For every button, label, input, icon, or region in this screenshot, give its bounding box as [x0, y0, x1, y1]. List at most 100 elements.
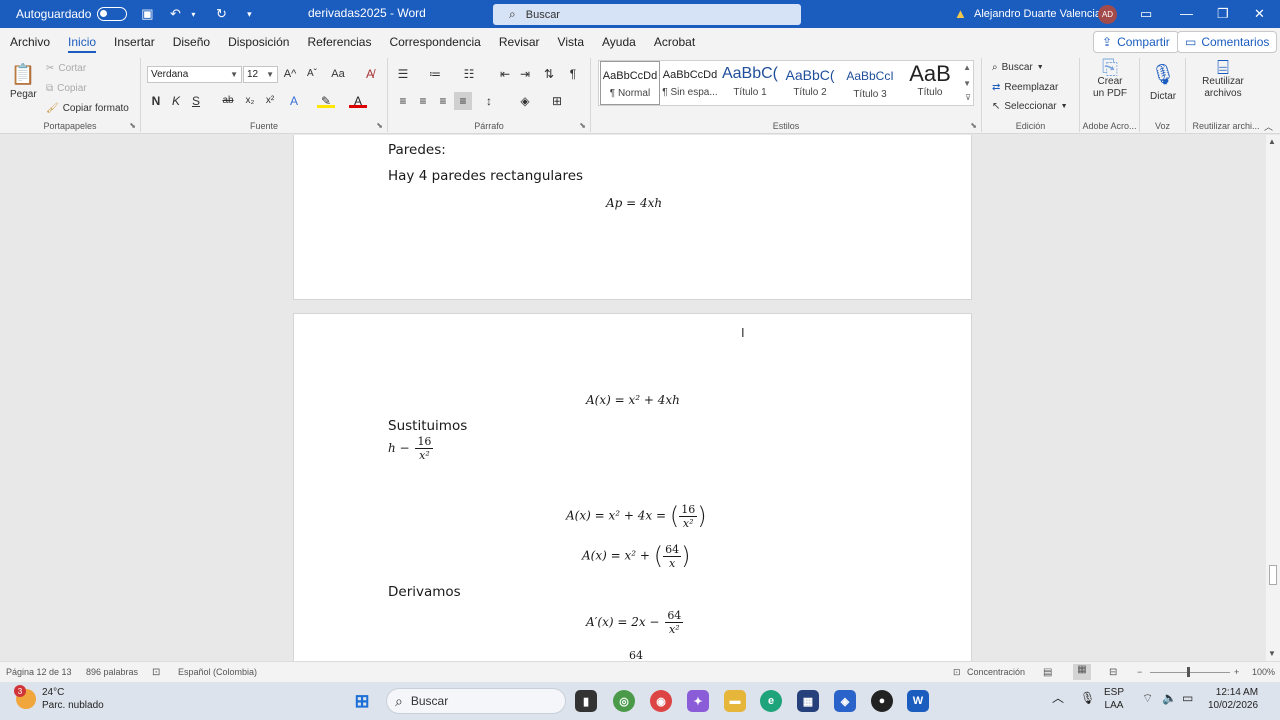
- style-normal[interactable]: AaBbCcDd ¶ Normal: [600, 61, 660, 105]
- borders-icon[interactable]: ⊞: [548, 92, 566, 110]
- equation[interactable]: h − 16 x²: [388, 435, 435, 462]
- start-icon[interactable]: ⊞: [351, 690, 373, 712]
- share-button[interactable]: ⇪ Compartir: [1093, 31, 1179, 53]
- zoom-slider-thumb[interactable]: [1187, 667, 1190, 677]
- format-painter-button[interactable]: 🖌 Copiar formato: [46, 103, 129, 114]
- warning-icon[interactable]: ▲: [954, 6, 967, 21]
- zoom-out-icon[interactable]: −: [1137, 667, 1142, 677]
- align-right-icon[interactable]: ≡: [434, 92, 452, 110]
- paragraph[interactable]: Derivamos: [388, 584, 461, 600]
- clock[interactable]: 12:14 AM 10/02/2026: [1208, 686, 1258, 712]
- proofing-icon[interactable]: ⊡: [152, 667, 160, 678]
- tab-revisar[interactable]: Revisar: [499, 31, 540, 53]
- file-explorer-icon[interactable]: ▬: [724, 690, 746, 712]
- tab-referencias[interactable]: Referencias: [307, 31, 371, 53]
- edge-icon[interactable]: e: [760, 690, 782, 712]
- focus-icon[interactable]: ⊡: [953, 667, 961, 678]
- chrome-profile-icon[interactable]: ◎: [613, 690, 635, 712]
- style-title[interactable]: AaB Título: [900, 61, 960, 105]
- tab-vista[interactable]: Vista: [558, 31, 584, 53]
- gallery-more-icon[interactable]: ⊽: [965, 93, 971, 102]
- equation[interactable]: Ap = 4xh: [606, 196, 662, 210]
- styles-launcher-icon[interactable]: ⬊: [970, 121, 977, 130]
- scroll-down-icon[interactable]: ▼: [1268, 649, 1276, 658]
- tab-archivo[interactable]: Archivo: [10, 31, 50, 53]
- tab-acrobat[interactable]: Acrobat: [654, 31, 695, 53]
- security-icon[interactable]: ◈: [834, 690, 856, 712]
- strikethrough-button[interactable]: ab: [219, 92, 237, 110]
- align-left-icon[interactable]: ≡: [394, 92, 412, 110]
- equation[interactable]: A(x) = x² + 4x = ( 16 x² ): [566, 502, 707, 530]
- multilevel-list-icon[interactable]: ☷: [460, 65, 478, 83]
- equation-partial[interactable]: 64: [629, 649, 643, 661]
- dictate-button[interactable]: 🎙 Dictar: [1150, 62, 1176, 102]
- highlight-icon[interactable]: ✎: [317, 92, 335, 108]
- show-hidden-icons[interactable]: ︿: [1052, 692, 1064, 705]
- task-view-icon[interactable]: ▮: [575, 690, 597, 712]
- battery-icon[interactable]: ▭: [1182, 692, 1193, 705]
- ribbon-display-icon[interactable]: ▭: [1140, 6, 1152, 22]
- zoom-in-icon[interactable]: +: [1234, 667, 1239, 677]
- vertical-scrollbar[interactable]: ▲ ▼: [1266, 135, 1280, 661]
- language[interactable]: Español (Colombia): [178, 667, 257, 677]
- microphone-icon[interactable]: 🎙: [1080, 692, 1095, 705]
- style-heading-2[interactable]: AaBbC( Título 2: [780, 61, 840, 105]
- zoom-level[interactable]: 100%: [1252, 667, 1275, 677]
- equation[interactable]: A′(x) = 2x − 64 x²: [586, 609, 685, 636]
- tab-correspondencia[interactable]: Correspondencia: [389, 31, 480, 53]
- shrink-font-icon[interactable]: Aˇ: [303, 65, 321, 83]
- search-box[interactable]: ⌕ Buscar: [493, 4, 801, 25]
- superscript-button[interactable]: x²: [261, 92, 279, 110]
- style-heading-3[interactable]: AaBbCcI Título 3: [840, 61, 900, 105]
- style-no-spacing[interactable]: AaBbCcDd ¶ Sin espa...: [660, 61, 720, 105]
- paragraph[interactable]: Paredes:: [388, 142, 446, 158]
- paragraph-launcher-icon[interactable]: ⬊: [579, 121, 586, 130]
- user-name[interactable]: Alejandro Duarte Valencia: [974, 8, 1101, 20]
- decrease-indent-icon[interactable]: ⇤: [496, 65, 514, 83]
- underline-button[interactable]: S: [187, 92, 205, 110]
- language-indicator[interactable]: ESP LAA: [1104, 686, 1124, 712]
- clipboard-launcher-icon[interactable]: ⬊: [129, 121, 136, 130]
- paragraph[interactable]: Sustituimos: [388, 418, 467, 434]
- focus-mode[interactable]: Concentración: [967, 667, 1025, 677]
- scroll-up-icon[interactable]: ▲: [1268, 137, 1276, 146]
- line-spacing-icon[interactable]: ↕: [480, 92, 498, 110]
- tab-ayuda[interactable]: Ayuda: [602, 31, 636, 53]
- page-13[interactable]: A(x) = x² + 4xh Sustituimos h − 16 x² A(…: [293, 313, 972, 661]
- tab-insertar[interactable]: Insertar: [114, 31, 155, 53]
- weather-widget[interactable]: 3 24°C Parc. nublado: [14, 685, 104, 712]
- text-effects-icon[interactable]: A: [285, 92, 303, 110]
- close-icon[interactable]: ✕: [1254, 6, 1265, 22]
- page-count[interactable]: Página 12 de 13: [6, 667, 72, 677]
- gallery-up-icon[interactable]: ▲: [963, 63, 971, 72]
- page-12[interactable]: Paredes: Hay 4 paredes rectangulares Ap …: [293, 135, 972, 300]
- create-pdf-button[interactable]: ⎘ Crear un PDF: [1092, 58, 1128, 100]
- autosave-toggle[interactable]: [97, 7, 128, 21]
- change-case-icon[interactable]: Aa: [329, 65, 347, 83]
- font-launcher-icon[interactable]: ⬊: [376, 121, 383, 130]
- undo-dropdown-icon[interactable]: ▾: [185, 6, 201, 22]
- find-button[interactable]: ⌕ Buscar ▼: [992, 62, 1044, 73]
- customize-qat-icon[interactable]: ▾: [241, 6, 257, 22]
- copilot-icon[interactable]: ✦: [687, 690, 709, 712]
- undo-icon[interactable]: ↶: [167, 6, 183, 22]
- bold-button[interactable]: N: [147, 92, 165, 110]
- select-button[interactable]: ↖ Seleccionar ▼: [992, 101, 1068, 112]
- font-color-icon[interactable]: A: [349, 92, 367, 108]
- numbering-icon[interactable]: ≔: [426, 65, 444, 83]
- app-icon[interactable]: ●: [871, 690, 893, 712]
- tab-disposicion[interactable]: Disposición: [228, 31, 289, 53]
- subscript-button[interactable]: x₂: [241, 92, 259, 110]
- store-icon[interactable]: ▦: [797, 690, 819, 712]
- redo-icon[interactable]: ↻: [213, 6, 229, 22]
- equation[interactable]: A(x) = x² + 4xh: [586, 393, 680, 407]
- font-size-combo[interactable]: 12 ▼: [243, 66, 278, 83]
- grow-font-icon[interactable]: A^: [281, 65, 299, 83]
- style-heading-1[interactable]: AaBbC( Título 1: [720, 61, 780, 105]
- paragraph[interactable]: Hay 4 paredes rectangulares: [388, 168, 583, 184]
- paste-button[interactable]: 📋 Pegar: [10, 62, 37, 100]
- pilcrow-icon[interactable]: ¶: [564, 65, 582, 83]
- sort-icon[interactable]: ⇅: [540, 65, 558, 83]
- tab-inicio[interactable]: Inicio: [68, 31, 97, 53]
- word-icon[interactable]: W: [907, 690, 929, 712]
